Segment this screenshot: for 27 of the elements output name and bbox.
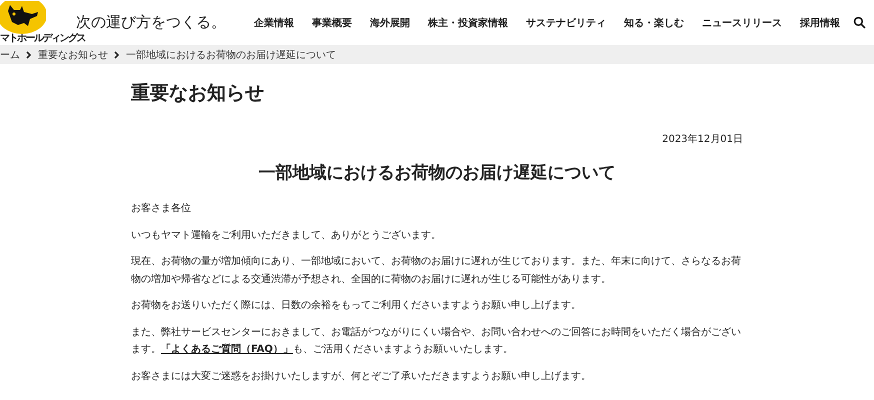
nav-link[interactable]: 海外展開 xyxy=(361,16,419,30)
cat-logo-icon xyxy=(0,1,46,34)
paragraph: お荷物をお送りいただく際には、日数の余裕をもってご利用くださいますようお願い申し上げます。 xyxy=(131,298,582,313)
paragraph: お客さま各位 xyxy=(131,202,192,216)
tagline: 次の運び方をつくる。 xyxy=(76,13,226,32)
nav-link[interactable]: 企業情報 xyxy=(245,16,303,30)
paragraph: お客さまには大変ご迷惑をお掛けいたしますが、何とぞご了承いただきますようお願い申し上げます。 xyxy=(131,370,592,384)
paragraph: いつもヤマト運輸をご利用いただきまして、ありがとうございます。 xyxy=(131,228,442,242)
headline: 一部地域におけるお荷物のお届け遅延について xyxy=(258,162,616,184)
paragraph: また、弊社サービスセンターにおきまして、お電話がつながりにくい場合や、お問い合わせへのご回答にお時間をいただく場合がございます。「よくあるご質問（FAQ）」も、ご活用くださいますようお願いいたします。 xyxy=(131,326,742,357)
chevron-icon xyxy=(26,50,32,58)
breadcrumb-link[interactable]: 重要なお知らせ xyxy=(38,48,108,62)
page-title: 重要なお知らせ xyxy=(131,81,265,106)
breadcrumb-link[interactable]: ーム xyxy=(0,48,20,62)
date: 2023年12月01日 xyxy=(661,133,743,146)
nav-link[interactable]: 採用情報 xyxy=(791,16,849,30)
nav-link[interactable]: サステナビリティ xyxy=(517,16,615,30)
nav-link[interactable]: 知る・楽しむ xyxy=(615,16,693,30)
faq-link[interactable]: 「よくあるご質問（FAQ）」 xyxy=(161,344,293,355)
current-page-title: 一部地域におけるお荷物のお届け遅延について xyxy=(126,48,336,62)
nav-link[interactable]: 株主・投資家情報 xyxy=(419,16,517,30)
chevron-icon xyxy=(114,50,120,58)
paragraph: 現在、お荷物の量が増加傾向にあり、一部地域において、お荷物のお届けに遅れが生じております。また、年末に向けて、さらなるお荷物の増加や帰省などによる交通渋滞が予想され、全国的に荷物のお届けに遅れが生じる可能性があります。 xyxy=(131,254,742,286)
logo-text: マトホールディングス xyxy=(0,34,85,44)
search-icon[interactable] xyxy=(853,16,866,29)
nav-link[interactable]: 事業概要 xyxy=(303,16,361,30)
nav-link[interactable]: ニュースリリース xyxy=(693,16,791,30)
